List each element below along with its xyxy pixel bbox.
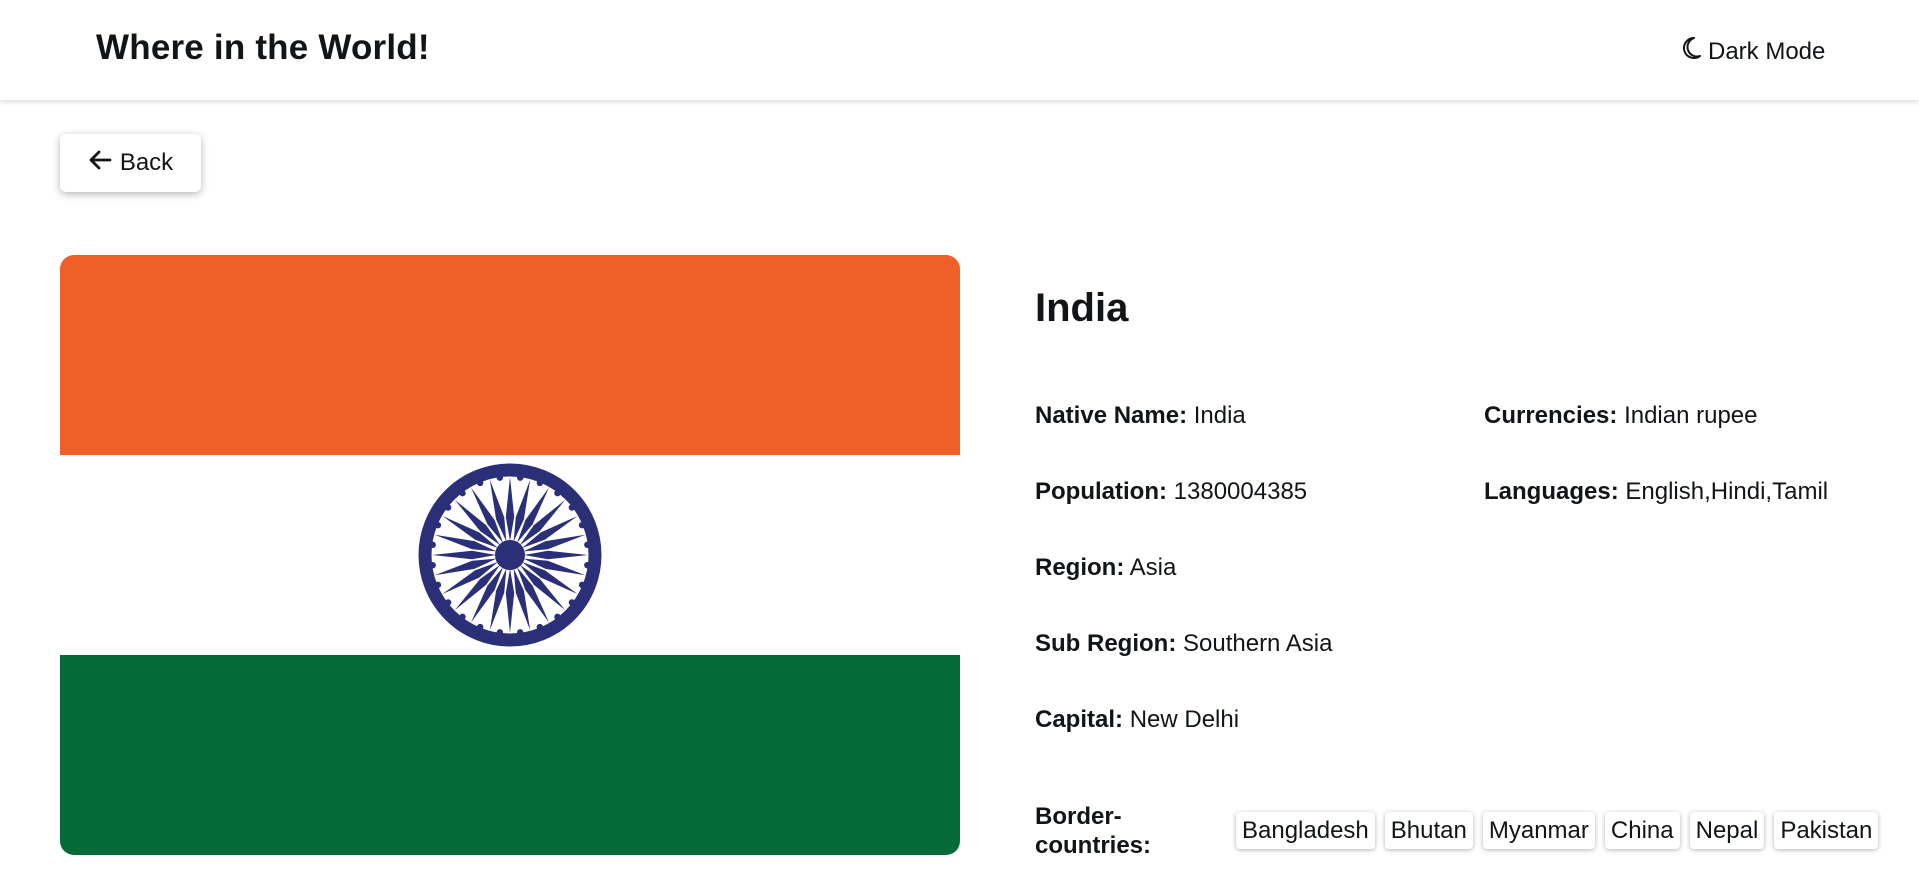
back-button[interactable]: Back bbox=[60, 134, 201, 192]
border-country-button[interactable]: Bangladesh bbox=[1236, 812, 1375, 849]
sub-region-label: Sub Region: bbox=[1035, 630, 1177, 657]
currencies-row: Currencies: Indian rupee bbox=[1484, 402, 1758, 430]
country-flag bbox=[60, 255, 960, 855]
border-country-button[interactable]: China bbox=[1604, 812, 1680, 849]
moon-icon bbox=[1680, 36, 1702, 67]
app-header: Where in the World! Dark Mode bbox=[0, 0, 1919, 100]
currencies-value: Indian rupee bbox=[1624, 402, 1758, 429]
sub-region-value: Southern Asia bbox=[1183, 630, 1333, 657]
currencies-label: Currencies: bbox=[1484, 402, 1618, 429]
country-name: India bbox=[1035, 286, 1129, 330]
border-country-button[interactable]: Bhutan bbox=[1384, 812, 1473, 849]
sub-region-row: Sub Region: Southern Asia bbox=[1035, 630, 1332, 658]
population-value: 1380004385 bbox=[1173, 478, 1308, 505]
capital-label: Capital: bbox=[1035, 706, 1124, 733]
border-countries-list: Bangladesh Bhutan Myanmar China Nepal Pa… bbox=[1236, 812, 1879, 849]
languages-row: Languages: English,Hindi,Tamil bbox=[1484, 478, 1828, 506]
dark-mode-toggle[interactable]: Dark Mode bbox=[1680, 36, 1825, 67]
dark-mode-label: Dark Mode bbox=[1708, 37, 1826, 65]
capital-value: New Delhi bbox=[1129, 706, 1240, 733]
app-title: Where in the World! bbox=[96, 28, 430, 67]
population-row: Population: 1380004385 bbox=[1035, 478, 1307, 506]
native-name-row: Native Name: India bbox=[1035, 402, 1246, 430]
capital-row: Capital: New Delhi bbox=[1035, 706, 1239, 734]
arrow-left-icon bbox=[88, 149, 112, 178]
native-name-value: India bbox=[1193, 402, 1246, 429]
region-row: Region: Asia bbox=[1035, 554, 1176, 582]
back-button-label: Back bbox=[119, 149, 174, 176]
border-country-button[interactable]: Nepal bbox=[1689, 812, 1765, 849]
border-country-button[interactable]: Pakistan bbox=[1774, 812, 1879, 849]
region-label: Region: bbox=[1035, 554, 1125, 581]
border-country-button[interactable]: Myanmar bbox=[1482, 812, 1595, 849]
native-name-label: Native Name: bbox=[1035, 402, 1188, 429]
border-countries-label: Border-countries: bbox=[1035, 803, 1152, 859]
languages-label: Languages: bbox=[1484, 478, 1619, 505]
population-label: Population: bbox=[1035, 478, 1167, 505]
ashoka-chakra-icon bbox=[418, 463, 602, 647]
languages-value: English,Hindi,Tamil bbox=[1625, 478, 1829, 505]
region-value: Asia bbox=[1129, 554, 1177, 581]
